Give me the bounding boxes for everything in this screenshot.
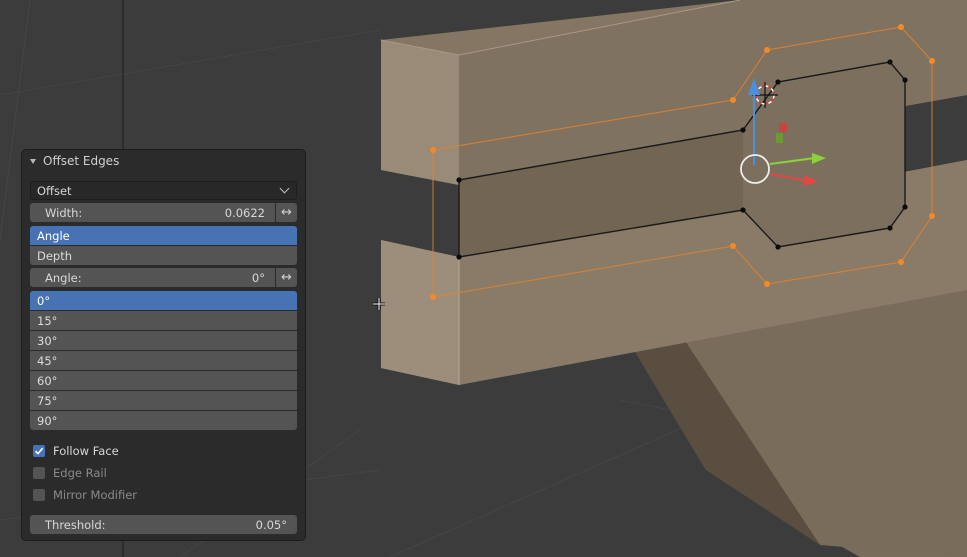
threshold-field[interactable]: Threshold: 0.05° xyxy=(30,515,297,534)
geometry-mode-depth[interactable]: Depth xyxy=(30,246,297,265)
angle-field[interactable]: Angle: 0° xyxy=(30,268,275,287)
collapse-triangle-icon[interactable] xyxy=(30,158,36,164)
mode-dropdown[interactable]: Offset xyxy=(30,181,297,200)
threshold-label: Threshold: xyxy=(45,517,106,532)
mirror-modifier-checkbox[interactable]: Mirror Modifier xyxy=(33,487,137,503)
checkbox-unchecked-icon[interactable] xyxy=(33,489,45,501)
mouse-crosshair-icon xyxy=(373,298,385,310)
angle-preset-75[interactable]: 75° xyxy=(30,391,297,410)
geometry-mode-angle[interactable]: Angle xyxy=(30,226,297,245)
width-field[interactable]: Width: 0.0622 xyxy=(30,203,275,222)
angle-preset-90[interactable]: 90° xyxy=(30,411,297,430)
panel-header[interactable]: Offset Edges xyxy=(22,150,305,172)
angle-value: 0° xyxy=(251,270,265,285)
width-link-arrows-icon[interactable]: ↔ xyxy=(276,203,297,222)
chevron-down-icon xyxy=(279,183,290,194)
follow-face-checkbox[interactable]: Follow Face xyxy=(33,443,119,459)
mirror-modifier-label: Mirror Modifier xyxy=(53,488,138,502)
angle-preset-0[interactable]: 0° xyxy=(30,291,297,310)
3d-viewport[interactable]: Offset Edges Offset Width: 0.0622 ↔ Angl… xyxy=(0,0,967,557)
checkbox-unchecked-icon[interactable] xyxy=(33,467,45,479)
follow-face-label: Follow Face xyxy=(53,444,119,458)
checkbox-checked-icon[interactable] xyxy=(33,445,45,457)
angle-preset-30[interactable]: 30° xyxy=(30,331,297,350)
panel-title: Offset Edges xyxy=(43,154,120,168)
mode-value: Offset xyxy=(37,183,72,198)
operator-panel: Offset Edges Offset Width: 0.0622 ↔ Angl… xyxy=(22,150,305,540)
edge-rail-label: Edge Rail xyxy=(53,466,107,480)
width-value: 0.0622 xyxy=(224,205,265,220)
angle-label: Angle: xyxy=(45,270,82,285)
threshold-value: 0.05° xyxy=(255,517,287,532)
width-label: Width: xyxy=(45,205,83,220)
angle-preset-15[interactable]: 15° xyxy=(30,311,297,330)
angle-link-arrows-icon[interactable]: ↔ xyxy=(276,268,297,287)
angle-preset-60[interactable]: 60° xyxy=(30,371,297,390)
edge-rail-checkbox[interactable]: Edge Rail xyxy=(33,465,107,481)
angle-preset-45[interactable]: 45° xyxy=(30,351,297,370)
